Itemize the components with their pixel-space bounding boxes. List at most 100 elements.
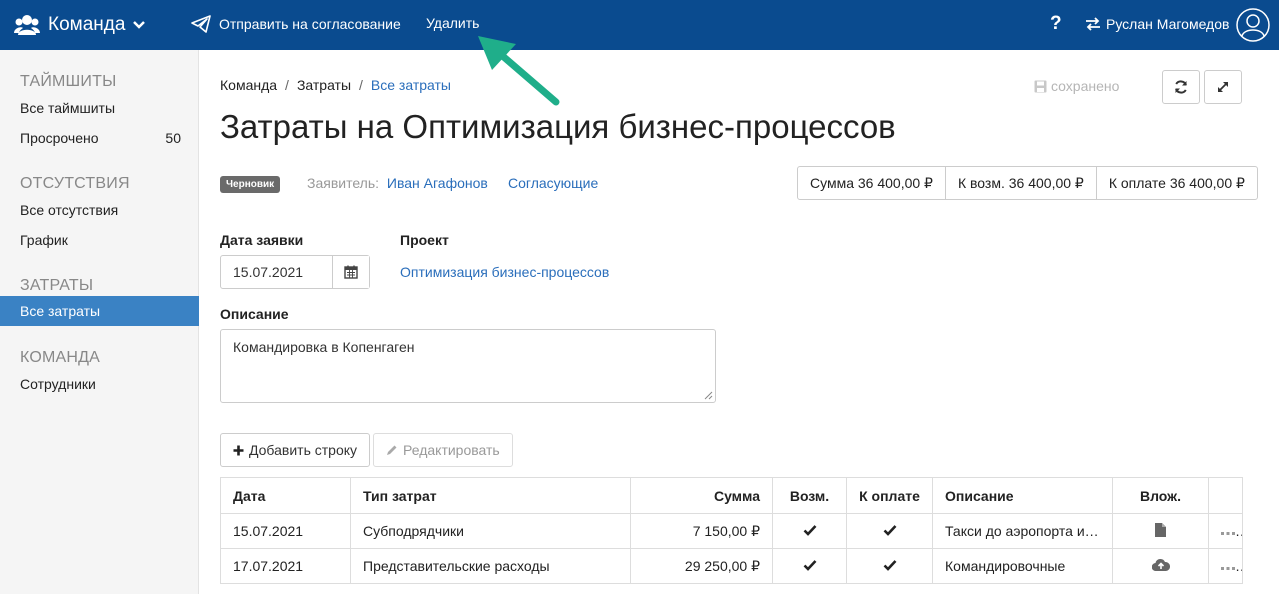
date-input[interactable] [221,256,332,288]
paper-plane-icon [191,15,211,33]
sidebar-item-label: График [20,232,68,248]
sidebar-item-all-timesheets[interactable]: Все таймшиты [0,93,199,123]
cell-amount: 29 250,00 ₽ [630,548,773,584]
cell-type: Представительские расходы [350,548,631,584]
calendar-button[interactable] [332,256,369,288]
cell-to-pay [846,513,933,549]
cell-date: 17.07.2021 [220,548,351,584]
breadcrumb-separator: / [285,77,289,93]
total-refund: К возм. 36 400,00 ₽ [944,167,1096,199]
applicant-link[interactable]: Иван Агафонов [387,175,488,191]
send-for-approval-label: Отправить на согласование [219,16,401,32]
sidebar-heading-absences: ОТСУТСТВИЯ [20,175,130,192]
avatar-icon[interactable] [1236,8,1270,42]
breadcrumb-separator: / [359,77,363,93]
approvers-link[interactable]: Согласующие [508,175,598,191]
sidebar-item-label: Все затраты [20,303,101,319]
refresh-button[interactable] [1162,70,1200,104]
cell-attachment[interactable] [1112,513,1209,549]
sidebar-item-schedule[interactable]: График [0,225,199,255]
column-header[interactable]: Сумма [630,477,773,514]
applicant: Заявитель: Иван Агафонов [307,175,488,191]
column-header[interactable]: Дата [220,477,351,514]
sidebar-item-employees[interactable]: Сотрудники [0,369,199,399]
total-to-pay: К оплате 36 400,00 ₽ [1095,167,1257,199]
cell-description: Командировочные [932,548,1113,584]
breadcrumb-expenses[interactable]: Затраты [297,77,351,93]
expand-icon [1218,82,1228,92]
help-icon[interactable]: ? [1050,13,1062,35]
refresh-icon [1175,80,1187,94]
table-row[interactable]: 15.07.2021 Субподрядчики 7 150,00 ₽ Такс… [220,513,1243,549]
exchange-icon [1086,17,1100,31]
calendar-icon [344,265,358,279]
pencil-icon [387,445,397,455]
chevron-down-icon [133,21,146,29]
cell-refund [772,548,847,584]
sidebar-item-all-expenses[interactable]: Все затраты [0,296,199,326]
sidebar-item-label: Все таймшиты [20,100,116,116]
cell-description: Такси до аэропорта и ... [932,513,1113,549]
project-link[interactable]: Оптимизация бизнес-процессов [400,264,609,280]
check-icon [883,525,896,536]
sidebar: ТАЙМШИТЫ Все таймшиты Просрочено 50 ОТСУТ… [0,50,199,594]
description-label: Описание [220,306,289,322]
row-menu[interactable] [1208,548,1243,584]
column-header[interactable]: Возм. [772,477,847,514]
expand-button[interactable] [1204,70,1242,104]
status-badge: Черновик [220,176,281,193]
date-field-group [220,255,370,289]
brand-label: Команда [48,14,126,35]
check-icon [883,560,896,571]
project-label: Проект [400,232,449,248]
saved-label: сохранено [1051,78,1120,94]
brand-menu[interactable]: Команда [14,11,146,39]
edit-button[interactable]: Редактировать [373,433,513,467]
table-row[interactable]: 17.07.2021 Представительские расходы 29 … [220,548,1243,584]
column-header[interactable]: Влож. [1112,477,1209,514]
cell-amount: 7 150,00 ₽ [630,513,773,549]
delete-button[interactable]: Удалить [426,15,479,31]
cell-type: Субподрядчики [350,513,631,549]
delete-label: Удалить [426,15,480,31]
column-header[interactable]: К оплате [846,477,933,514]
user-name: Руслан Магомедов [1106,16,1230,32]
date-label: Дата заявки [220,232,304,248]
ellipsis-icon[interactable] [1221,567,1235,571]
check-icon [803,525,816,536]
row-menu[interactable] [1208,513,1243,549]
file-icon[interactable] [1155,522,1166,537]
applicant-label: Заявитель: [307,175,380,191]
table-header-row: Дата Тип затрат Сумма Возм. К оплате Опи… [220,477,1243,514]
sidebar-item-label: Просрочено [20,130,99,146]
ellipsis-icon[interactable] [1221,532,1235,536]
sidebar-item-label: Все отсутствия [20,202,119,218]
sidebar-heading-timesheets: ТАЙМШИТЫ [20,73,117,90]
switch-user-button[interactable]: Руслан Магомедов [1085,16,1229,32]
sidebar-item-all-absences[interactable]: Все отсутствия [0,195,199,225]
expenses-table: Дата Тип затрат Сумма Возм. К оплате Опи… [220,477,1243,584]
users-icon [14,15,40,35]
breadcrumb-all-expenses[interactable]: Все затраты [371,77,451,93]
send-for-approval-button[interactable]: Отправить на согласование [191,15,401,33]
resize-grip-icon[interactable] [704,391,713,400]
column-header[interactable]: Тип затрат [350,477,631,514]
floppy-disk-icon [1034,80,1047,92]
description-text: Командировка в Копенгаген [233,339,415,355]
column-header[interactable]: Описание [932,477,1113,514]
sidebar-item-overdue[interactable]: Просрочено 50 [0,123,199,153]
total-sum: Сумма 36 400,00 ₽ [810,175,933,191]
cell-to-pay [846,548,933,584]
cell-attachment[interactable] [1112,548,1209,584]
breadcrumb: Команда / Затраты / Все затраты [220,77,451,93]
description-textarea[interactable]: Командировка в Копенгаген [220,329,716,403]
overdue-count: 50 [165,130,181,146]
check-icon [803,560,816,571]
add-row-button[interactable]: Добавить строку [220,433,371,467]
breadcrumb-team[interactable]: Команда [220,77,277,93]
add-row-label: Добавить строку [249,442,358,458]
totals-group: Сумма 36 400,00 ₽ К возм. 36 400,00 ₽ К … [797,166,1258,200]
cloud-upload-icon[interactable] [1151,558,1170,572]
annotation-arrow-icon [478,36,560,106]
plus-icon [233,445,244,455]
